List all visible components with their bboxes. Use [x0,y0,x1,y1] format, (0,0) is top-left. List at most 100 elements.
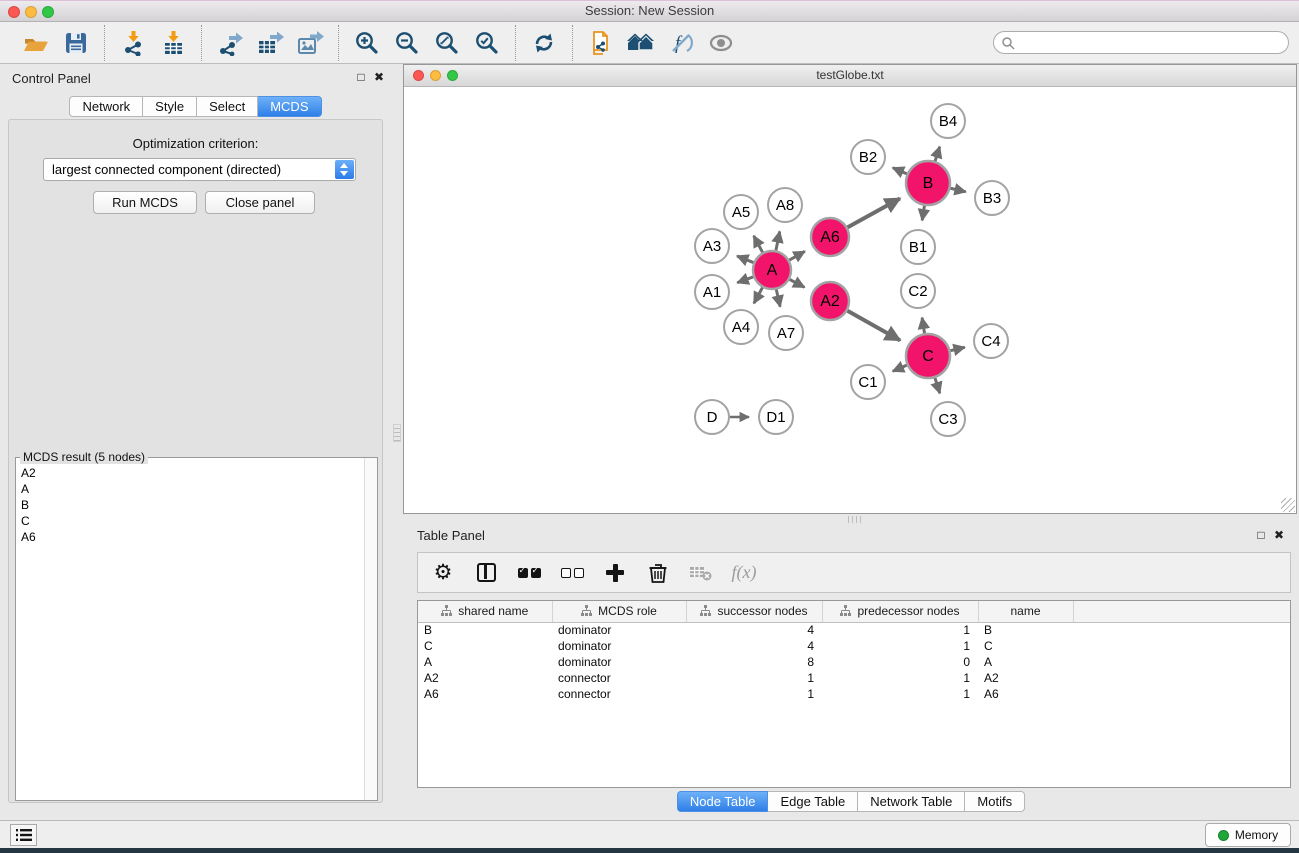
result-scrollbar[interactable] [364,458,377,800]
tab-edge-table[interactable]: Edge Table [768,791,858,812]
zoom-in-icon[interactable] [352,28,382,58]
select-all-checkboxes-icon[interactable] [516,560,542,586]
table-cell[interactable]: C [978,638,1073,654]
edge-A-A6[interactable] [789,251,804,260]
delete-table-icon[interactable] [688,560,714,586]
edge-A-A1[interactable] [737,277,753,283]
table-row[interactable]: A2connector11A2 [418,670,1290,686]
task-history-button[interactable] [10,824,37,846]
close-panel-button[interactable]: Close panel [205,191,315,214]
edge-B-B1[interactable] [922,206,924,221]
vertical-splitter-grip[interactable] [393,424,401,442]
table-cell[interactable]: connector [552,670,686,686]
table-cell[interactable]: 4 [686,638,822,654]
edge-B-B4[interactable] [935,147,940,161]
tab-network[interactable]: Network [69,96,143,117]
table-cell[interactable]: 4 [686,622,822,638]
network-graph[interactable]: AA1A2A3A4A5A6A7A8BB1B2B3B4CC1C2C3C4DD1 [404,87,1296,513]
result-list-item[interactable]: C [21,513,364,529]
maximize-traffic-light[interactable] [42,6,54,18]
table-row[interactable]: Adominator80A [418,654,1290,670]
close-traffic-light[interactable] [413,70,424,81]
table-cell[interactable]: dominator [552,622,686,638]
edge-A-A7[interactable] [776,290,780,307]
minimize-traffic-light[interactable] [430,70,441,81]
column-layout-icon[interactable] [473,560,499,586]
tab-node-table[interactable]: Node Table [677,791,769,812]
edge-C-C3[interactable] [935,378,940,393]
import-table-icon[interactable] [158,28,188,58]
table-row[interactable]: Bdominator41B [418,622,1290,638]
memory-button[interactable]: Memory [1205,823,1291,847]
edge-A6-B[interactable] [848,198,900,227]
close-panel-icon[interactable]: ✖ [1271,528,1287,542]
run-mcds-button[interactable]: Run MCDS [93,191,197,214]
deselect-all-checkboxes-icon[interactable] [559,560,585,586]
zoom-fit-icon[interactable] [432,28,462,58]
export-image-icon[interactable] [295,28,325,58]
search-input[interactable] [1020,36,1288,50]
result-list-item[interactable]: A2 [21,465,364,481]
table-cell[interactable]: 1 [822,622,978,638]
edge-A-A4[interactable] [754,288,763,304]
close-panel-icon[interactable]: ✖ [371,70,387,84]
edge-A-A5[interactable] [754,236,763,253]
table-cell[interactable]: 0 [822,654,978,670]
edge-C-C4[interactable] [950,347,964,350]
function-builder-icon[interactable]: f(x) [731,560,757,586]
column-header-name[interactable]: name [978,601,1073,622]
table-cell[interactable]: C [418,638,552,654]
table-cell[interactable]: B [978,622,1073,638]
table-cell[interactable]: B [418,622,552,638]
table-cell[interactable]: 8 [686,654,822,670]
table-cell[interactable]: A [418,654,552,670]
optimization-criterion-select[interactable]: largest connected component (directed) [43,158,356,181]
tab-style[interactable]: Style [143,96,197,117]
settings-gear-icon[interactable]: ⚙ [430,560,456,586]
table-cell[interactable]: 1 [822,686,978,702]
refresh-icon[interactable] [529,28,559,58]
search-field[interactable] [993,31,1289,54]
window-resize-grip[interactable] [1281,498,1295,512]
column-header-successor-nodes[interactable]: successor nodes [686,601,822,622]
table-row[interactable]: A6connector11A6 [418,686,1290,702]
tab-select[interactable]: Select [197,96,258,117]
tab-motifs[interactable]: Motifs [965,791,1025,812]
column-header-MCDS-role[interactable]: MCDS role [552,601,686,622]
delete-column-icon[interactable] [645,560,671,586]
hide-labels-icon[interactable]: f [666,28,696,58]
float-panel-icon[interactable]: □ [353,70,369,84]
import-network-icon[interactable] [118,28,148,58]
table-cell[interactable]: dominator [552,654,686,670]
table-cell[interactable]: 1 [822,638,978,654]
edge-A-A8[interactable] [776,231,780,250]
share-document-icon[interactable] [586,28,616,58]
table-cell[interactable]: connector [552,686,686,702]
horizontal-splitter-grip[interactable] [845,516,863,523]
edge-C-C2[interactable] [922,318,924,334]
table-row[interactable]: Cdominator41C [418,638,1290,654]
table-cell[interactable]: 1 [822,670,978,686]
table-cell[interactable]: A [978,654,1073,670]
export-network-icon[interactable] [215,28,245,58]
table-cell[interactable]: A2 [418,670,552,686]
table-cell[interactable]: 1 [686,670,822,686]
maximize-traffic-light[interactable] [447,70,458,81]
table-cell[interactable]: A2 [978,670,1073,686]
table-cell[interactable]: A6 [978,686,1073,702]
edge-A2-C[interactable] [847,311,900,341]
result-list-item[interactable]: A [21,481,364,497]
add-column-icon[interactable] [602,560,628,586]
table-cell[interactable]: dominator [552,638,686,654]
close-traffic-light[interactable] [8,6,20,18]
float-panel-icon[interactable]: □ [1253,528,1269,542]
edge-A-A3[interactable] [737,256,753,263]
minimize-traffic-light[interactable] [25,6,37,18]
edge-B-B2[interactable] [893,168,907,174]
open-folder-icon[interactable] [21,28,51,58]
eye-icon[interactable] [706,28,736,58]
table-cell[interactable]: 1 [686,686,822,702]
save-icon[interactable] [61,28,91,58]
home-icon[interactable] [626,28,656,58]
edge-B-B3[interactable] [950,188,965,192]
